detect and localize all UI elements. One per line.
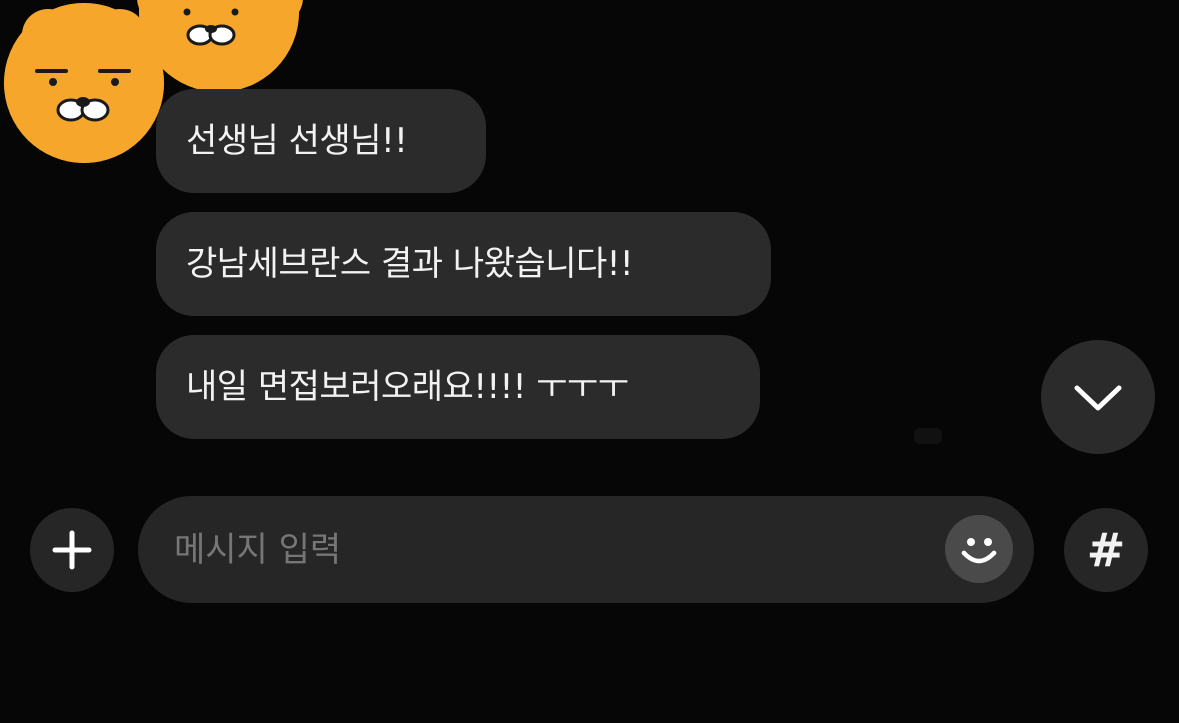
chevron-down-icon	[1074, 385, 1122, 411]
message-bubble[interactable]: 선생님 선생님!!	[156, 89, 486, 193]
message-input[interactable]	[174, 496, 934, 603]
emoticon-button[interactable]	[945, 515, 1013, 583]
message-bubble[interactable]: 강남세브란스 결과 나왔습니다!!	[156, 212, 771, 316]
avatar[interactable]	[4, 3, 164, 163]
emoticon-smile-icon	[961, 538, 997, 564]
message-bubble[interactable]: 내일 면접보러오래요!!!! ㅜㅜㅜ	[156, 335, 760, 439]
plus-icon	[52, 530, 92, 570]
message-input-bar	[138, 496, 1034, 603]
ryan-bear-face-icon	[35, 69, 131, 122]
scroll-to-bottom-button[interactable]	[1041, 340, 1155, 454]
hashtag-button[interactable]: #	[1064, 508, 1148, 592]
attach-button[interactable]	[30, 508, 114, 592]
divider	[914, 428, 942, 444]
chat-screen: 선생님 선생님!! 강남세브란스 결과 나왔습니다!! 내일 면접보러오래요!!…	[0, 0, 1179, 723]
